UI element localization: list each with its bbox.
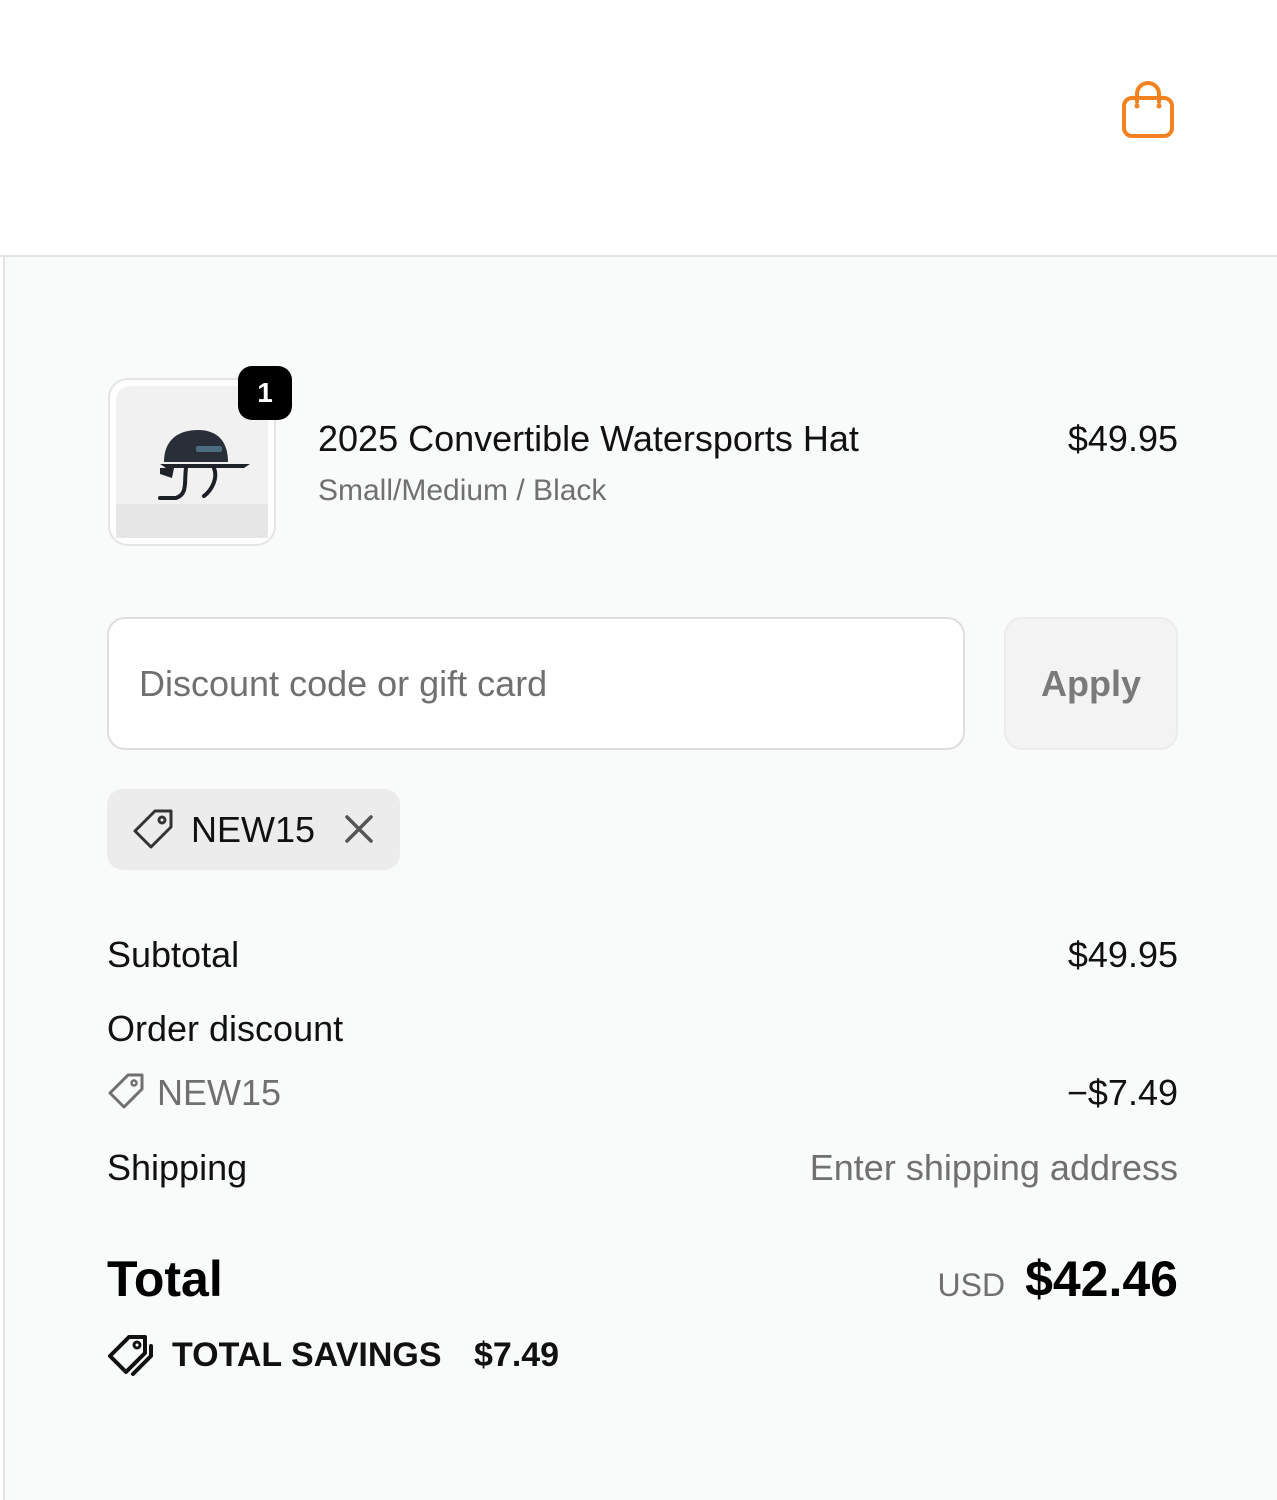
tag-icon bbox=[108, 1073, 144, 1109]
shopping-bag-icon[interactable] bbox=[1120, 80, 1176, 140]
applied-code-label: NEW15 bbox=[191, 809, 316, 850]
discount-code-label: NEW15 bbox=[157, 1072, 282, 1113]
apply-button[interactable]: Apply bbox=[1004, 617, 1178, 750]
tags-icon bbox=[108, 1335, 153, 1376]
product-name: 2025 Convertible Watersports Hat bbox=[318, 418, 859, 459]
total-amount: $42.46 bbox=[1025, 1251, 1178, 1307]
shipping-label: Shipping bbox=[107, 1147, 248, 1188]
tag-icon bbox=[133, 809, 173, 849]
total-savings-value: $7.49 bbox=[474, 1336, 560, 1374]
shipping-value: Enter shipping address bbox=[809, 1147, 1178, 1188]
quantity-badge: 1 bbox=[238, 366, 292, 420]
currency-code: USD bbox=[937, 1267, 1006, 1303]
order-discount-label: Order discount bbox=[107, 1008, 344, 1049]
subtotal-value: $49.95 bbox=[1067, 934, 1178, 975]
total-label: Total bbox=[107, 1251, 223, 1307]
product-variant: Small/Medium / Black bbox=[318, 474, 607, 507]
discount-code-input[interactable] bbox=[107, 617, 965, 750]
total-value: USD $42.46 bbox=[938, 1250, 1179, 1308]
header bbox=[0, 0, 1277, 257]
discount-value: −$7.49 bbox=[1066, 1072, 1178, 1113]
subtotal-label: Subtotal bbox=[107, 934, 240, 975]
product-price: $49.95 bbox=[1067, 418, 1178, 459]
applied-discount-chip: NEW15 bbox=[107, 789, 400, 870]
total-savings-label: TOTAL SAVINGS bbox=[172, 1336, 442, 1374]
close-icon[interactable] bbox=[339, 809, 379, 849]
